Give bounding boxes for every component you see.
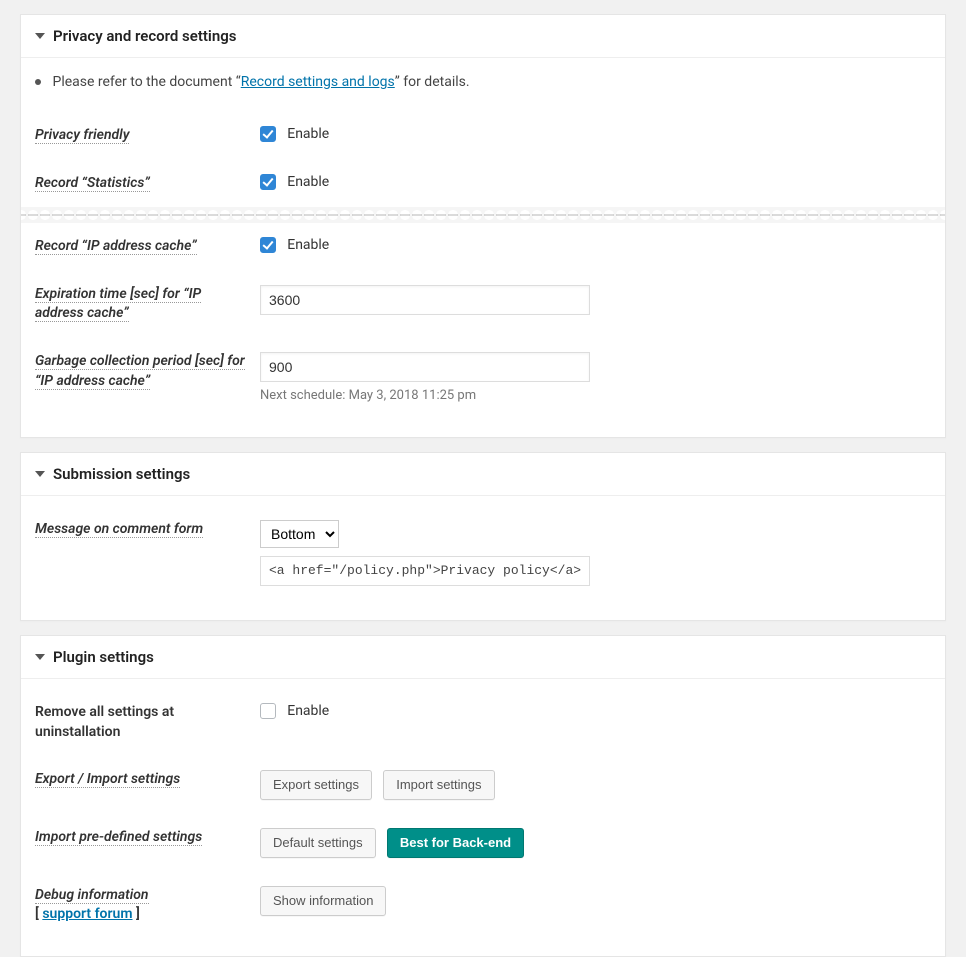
panel-submission-header[interactable]: Submission settings bbox=[21, 453, 945, 496]
select-msg-position[interactable]: Bottom bbox=[260, 520, 339, 548]
btn-import-settings[interactable]: Import settings bbox=[383, 770, 494, 800]
btn-export-settings[interactable]: Export settings bbox=[260, 770, 372, 800]
caret-down-icon bbox=[35, 33, 45, 39]
label-msg-comment: Message on comment form bbox=[35, 521, 203, 538]
gc-hint: Next schedule: May 3, 2018 11:25 pm bbox=[260, 388, 931, 403]
label-enable: Enable bbox=[287, 126, 329, 142]
panel-privacy-header[interactable]: Privacy and record settings bbox=[21, 15, 945, 58]
btn-best-backend[interactable]: Best for Back-end bbox=[387, 828, 524, 858]
checkbox-record-stats[interactable] bbox=[260, 174, 276, 190]
btn-default-settings[interactable]: Default settings bbox=[260, 828, 376, 858]
label-record-stats: Record “Statistics” bbox=[35, 175, 150, 192]
caret-down-icon bbox=[35, 654, 45, 660]
caret-down-icon bbox=[35, 471, 45, 477]
label-debug-forum: [ support forum ] bbox=[35, 906, 140, 922]
btn-show-information[interactable]: Show information bbox=[260, 886, 386, 916]
label-record-ipcache: Record “IP address cache” bbox=[35, 238, 197, 255]
label-enable: Enable bbox=[287, 174, 329, 190]
panel-submission-title: Submission settings bbox=[53, 465, 190, 483]
tear-separator bbox=[21, 207, 945, 223]
checkbox-remove-uninstall[interactable] bbox=[260, 703, 276, 719]
panel-privacy: Privacy and record settings Please refer… bbox=[20, 14, 946, 438]
label-enable: Enable bbox=[287, 703, 329, 719]
label-predefined: Import pre-defined settings bbox=[35, 829, 202, 846]
bullet-icon bbox=[35, 79, 41, 85]
privacy-note-after: ” for details. bbox=[395, 74, 470, 90]
label-remove-uninstall: Remove all settings at uninstallation bbox=[35, 704, 174, 740]
input-expiration[interactable] bbox=[260, 285, 590, 315]
panel-submission: Submission settings Message on comment f… bbox=[20, 452, 946, 621]
panel-privacy-title: Privacy and record settings bbox=[53, 27, 236, 45]
support-forum-link[interactable]: support forum bbox=[42, 906, 132, 922]
panel-plugin: Plugin settings Remove all settings at u… bbox=[20, 635, 946, 957]
checkbox-record-ipcache[interactable] bbox=[260, 237, 276, 253]
label-export-import: Export / Import settings bbox=[35, 771, 180, 788]
label-privacy-friendly: Privacy friendly bbox=[35, 127, 129, 144]
label-gc: Garbage collection period [sec] for “IP … bbox=[35, 353, 245, 390]
privacy-note: Please refer to the document “Record set… bbox=[35, 74, 931, 90]
label-debug: Debug information bbox=[35, 887, 149, 904]
privacy-note-before: Please refer to the document “ bbox=[52, 74, 240, 90]
forum-suffix: ] bbox=[133, 906, 140, 922]
input-gc[interactable] bbox=[260, 352, 590, 382]
record-settings-link[interactable]: Record settings and logs bbox=[241, 74, 395, 90]
label-expiration: Expiration time [sec] for “IP address ca… bbox=[35, 286, 201, 323]
checkbox-privacy-friendly[interactable] bbox=[260, 126, 276, 142]
label-enable: Enable bbox=[287, 237, 329, 253]
textarea-msg-html[interactable]: <a href="/policy.php">Privacy policy</a> bbox=[260, 556, 590, 586]
panel-plugin-title: Plugin settings bbox=[53, 648, 154, 666]
panel-plugin-header[interactable]: Plugin settings bbox=[21, 636, 945, 679]
